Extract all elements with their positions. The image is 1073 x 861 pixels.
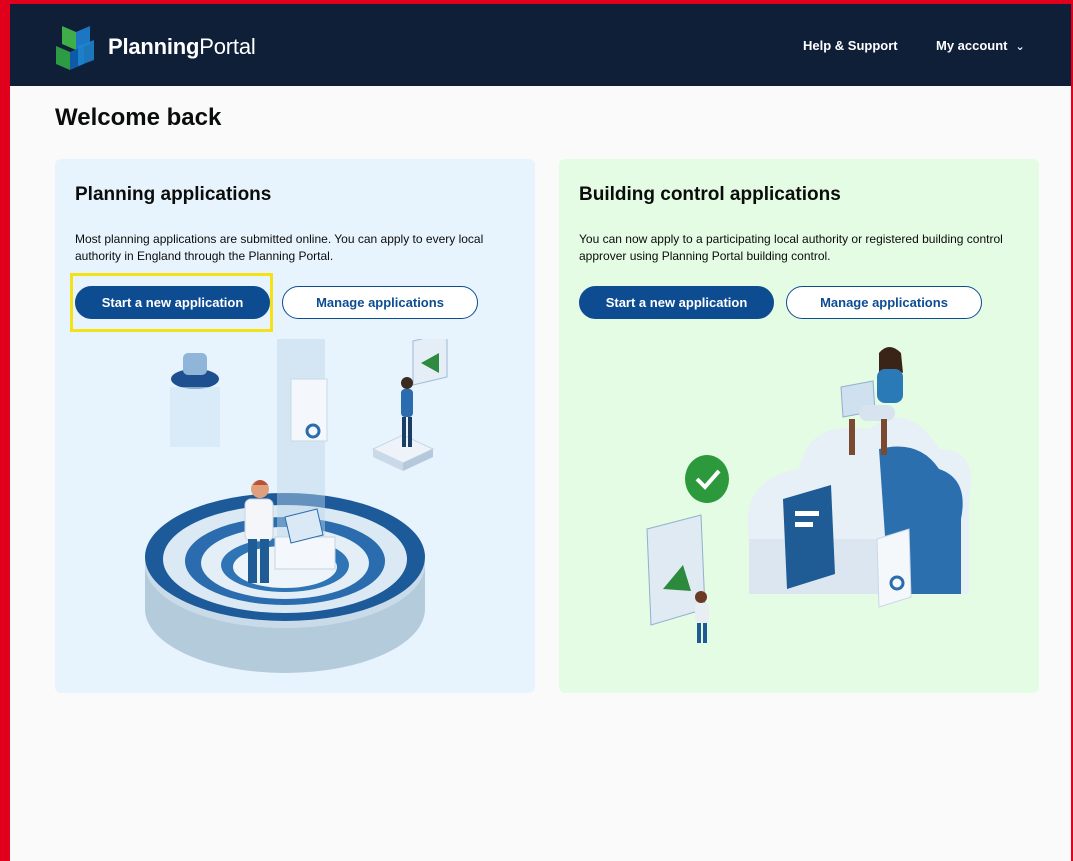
brand-name[interactable]: PlanningPortal <box>108 34 256 60</box>
card-description: Most planning applications are submitted… <box>75 232 484 263</box>
my-account-menu[interactable]: My account ⌄ <box>936 38 1025 53</box>
start-new-application-button[interactable]: Start a new application <box>75 286 270 319</box>
card-title: Planning applications <box>75 184 272 205</box>
start-new-application-button[interactable]: Start a new application <box>579 286 774 319</box>
manage-applications-button[interactable]: Manage applications <box>282 286 478 319</box>
planning-portal-logo[interactable] <box>54 24 98 72</box>
building-control-card: Building control applications You can no… <box>559 159 1039 693</box>
manage-applications-button[interactable]: Manage applications <box>786 286 982 319</box>
planning-applications-card: Planning applications Most planning appl… <box>55 159 535 693</box>
building-control-illustration <box>646 347 971 643</box>
page-title: Welcome back <box>55 104 222 131</box>
card-title: Building control applications <box>579 184 841 205</box>
planning-illustration <box>145 339 448 673</box>
my-account-label: My account <box>936 38 1008 53</box>
card-description: You can now apply to a participating loc… <box>579 232 1003 263</box>
chevron-down-icon: ⌄ <box>1015 41 1025 53</box>
top-navbar: PlanningPortal Help & Support My account… <box>10 4 1071 86</box>
brand-name-bold: Planning <box>108 34 200 59</box>
help-support-link[interactable]: Help & Support <box>803 38 898 53</box>
brand-name-light: Portal <box>199 34 256 59</box>
